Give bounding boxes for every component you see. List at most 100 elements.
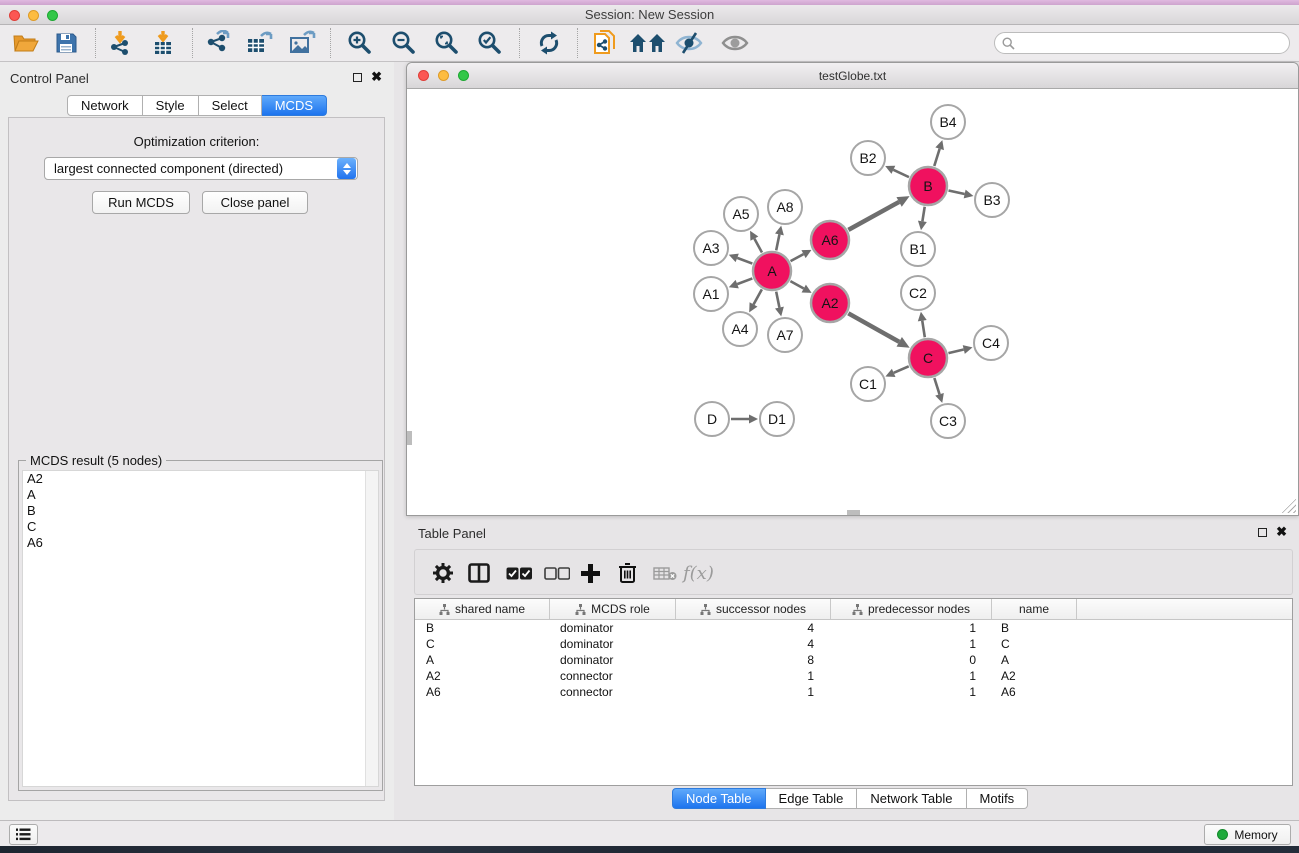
minimize-window-button[interactable] — [28, 10, 39, 21]
cell-successor-nodes[interactable]: 8 — [676, 652, 831, 668]
tab-network-table[interactable]: Network Table — [857, 788, 966, 809]
column-header-name[interactable]: name — [992, 599, 1077, 619]
list-item[interactable]: C — [23, 519, 378, 535]
close-panel-icon[interactable]: ✖ — [1276, 527, 1287, 537]
cell-predecessor-nodes[interactable]: 0 — [831, 652, 992, 668]
network-window-titlebar[interactable]: testGlobe.txt — [407, 63, 1298, 89]
edge-A-A5[interactable] — [754, 239, 762, 253]
refresh-icon[interactable] — [533, 28, 565, 58]
search-field[interactable] — [994, 32, 1290, 54]
cell-successor-nodes[interactable]: 1 — [676, 684, 831, 700]
column-header-predecessor-nodes[interactable]: predecessor nodes — [831, 599, 992, 619]
zoom-selected-icon[interactable] — [474, 28, 506, 58]
close-panel-button[interactable]: Close panel — [202, 191, 308, 214]
cell-shared-name[interactable]: A2 — [415, 668, 550, 684]
edge-C-C2[interactable] — [922, 321, 925, 338]
cell-shared-name[interactable]: A — [415, 652, 550, 668]
minimize-network-window-button[interactable] — [438, 70, 449, 81]
run-mcds-button[interactable]: Run MCDS — [92, 191, 190, 214]
add-column-icon[interactable] — [580, 560, 601, 586]
cell-mcds-role[interactable]: connector — [550, 684, 676, 700]
zoom-in-icon[interactable] — [344, 28, 376, 58]
cell-mcds-role[interactable]: connector — [550, 668, 676, 684]
delete-table-icon[interactable] — [653, 560, 677, 586]
import-network-icon[interactable] — [104, 28, 136, 58]
column-header-mcds-role[interactable]: MCDS role — [550, 599, 676, 619]
cell-predecessor-nodes[interactable]: 1 — [831, 620, 992, 636]
cell-successor-nodes[interactable]: 4 — [676, 636, 831, 652]
zoom-network-window-button[interactable] — [458, 70, 469, 81]
cell-name[interactable]: A2 — [992, 668, 1077, 684]
cell-name[interactable]: C — [992, 636, 1077, 652]
edge-C-C3[interactable] — [934, 378, 939, 394]
edge-A6-B[interactable] — [848, 202, 899, 230]
edge-B-B4[interactable] — [934, 149, 939, 166]
table-row[interactable]: C dominator 4 1 C — [415, 636, 1292, 652]
column-header-successor-nodes[interactable]: successor nodes — [676, 599, 831, 619]
tab-mcds[interactable]: MCDS — [262, 95, 327, 116]
table-row[interactable]: A dominator 8 0 A — [415, 652, 1292, 668]
cell-successor-nodes[interactable]: 4 — [676, 620, 831, 636]
cell-shared-name[interactable]: B — [415, 620, 550, 636]
zoom-fit-icon[interactable] — [431, 28, 463, 58]
tab-edge-table[interactable]: Edge Table — [766, 788, 858, 809]
edge-C-C4[interactable] — [948, 349, 963, 353]
edge-B-B3[interactable] — [949, 190, 965, 194]
table-row[interactable]: B dominator 4 1 B — [415, 620, 1292, 636]
open-session-icon[interactable] — [10, 28, 42, 58]
tab-select[interactable]: Select — [199, 95, 262, 116]
delete-columns-trash-icon[interactable] — [618, 560, 637, 586]
search-input[interactable] — [1015, 34, 1289, 52]
cell-mcds-role[interactable]: dominator — [550, 652, 676, 668]
hide-graphics-details-icon[interactable] — [673, 28, 705, 58]
cell-mcds-role[interactable]: dominator — [550, 620, 676, 636]
edge-A-A4[interactable] — [754, 289, 762, 304]
horizontal-scrollbar-thumb[interactable] — [847, 510, 860, 515]
edge-A2-C[interactable] — [848, 313, 899, 342]
cell-shared-name[interactable]: C — [415, 636, 550, 652]
table-row[interactable]: A2 connector 1 1 A2 — [415, 668, 1292, 684]
edge-A-A2[interactable] — [790, 281, 803, 288]
show-graphics-details-icon[interactable] — [719, 28, 751, 58]
cell-predecessor-nodes[interactable]: 1 — [831, 636, 992, 652]
cell-predecessor-nodes[interactable]: 1 — [831, 684, 992, 700]
column-header-shared-name[interactable]: shared name — [415, 599, 550, 619]
cell-shared-name[interactable]: A6 — [415, 684, 550, 700]
table-settings-gear-icon[interactable] — [432, 560, 454, 586]
vertical-scrollbar-thumb[interactable] — [407, 431, 412, 445]
tab-style[interactable]: Style — [143, 95, 199, 116]
close-panel-icon[interactable]: ✖ — [371, 72, 382, 82]
clone-network-icon[interactable] — [589, 28, 621, 58]
edge-A-A3[interactable] — [737, 258, 752, 264]
close-network-window-button[interactable] — [418, 70, 429, 81]
zoom-out-icon[interactable] — [388, 28, 420, 58]
close-window-button[interactable] — [9, 10, 20, 21]
list-item[interactable]: A6 — [23, 535, 378, 551]
function-builder-icon[interactable]: f(x) — [683, 560, 714, 586]
result-list-scrollbar[interactable] — [365, 471, 378, 786]
edge-A-A1[interactable] — [737, 278, 752, 284]
show-panels-list-button[interactable] — [9, 824, 38, 845]
network-canvas[interactable]: B4B2BB3A8A5A6A3B1AC2A1A2A4A7C4CC1DD1C3 — [407, 90, 1298, 515]
list-item[interactable]: B — [23, 503, 378, 519]
export-table-icon[interactable] — [243, 28, 275, 58]
tab-network[interactable]: Network — [67, 95, 143, 116]
mcds-result-list[interactable]: A2 A B C A6 — [22, 470, 379, 787]
cell-name[interactable]: A6 — [992, 684, 1077, 700]
edge-A-A7[interactable] — [776, 292, 779, 308]
edge-A-A8[interactable] — [776, 234, 779, 250]
import-table-icon[interactable] — [147, 28, 179, 58]
network-overview-icon[interactable] — [628, 28, 668, 58]
float-panel-icon[interactable] — [1258, 528, 1267, 537]
export-network-icon[interactable] — [201, 28, 233, 58]
tab-motifs[interactable]: Motifs — [967, 788, 1029, 809]
edge-C-C1[interactable] — [894, 366, 909, 373]
cell-successor-nodes[interactable]: 1 — [676, 668, 831, 684]
deselect-all-checkboxes-icon[interactable] — [544, 560, 570, 586]
tab-node-table[interactable]: Node Table — [672, 788, 766, 809]
criterion-dropdown[interactable]: largest connected component (directed) — [44, 157, 358, 180]
cell-name[interactable]: B — [992, 620, 1077, 636]
split-panel-icon[interactable] — [468, 560, 490, 586]
cell-name[interactable]: A — [992, 652, 1077, 668]
memory-button[interactable]: Memory — [1204, 824, 1291, 845]
